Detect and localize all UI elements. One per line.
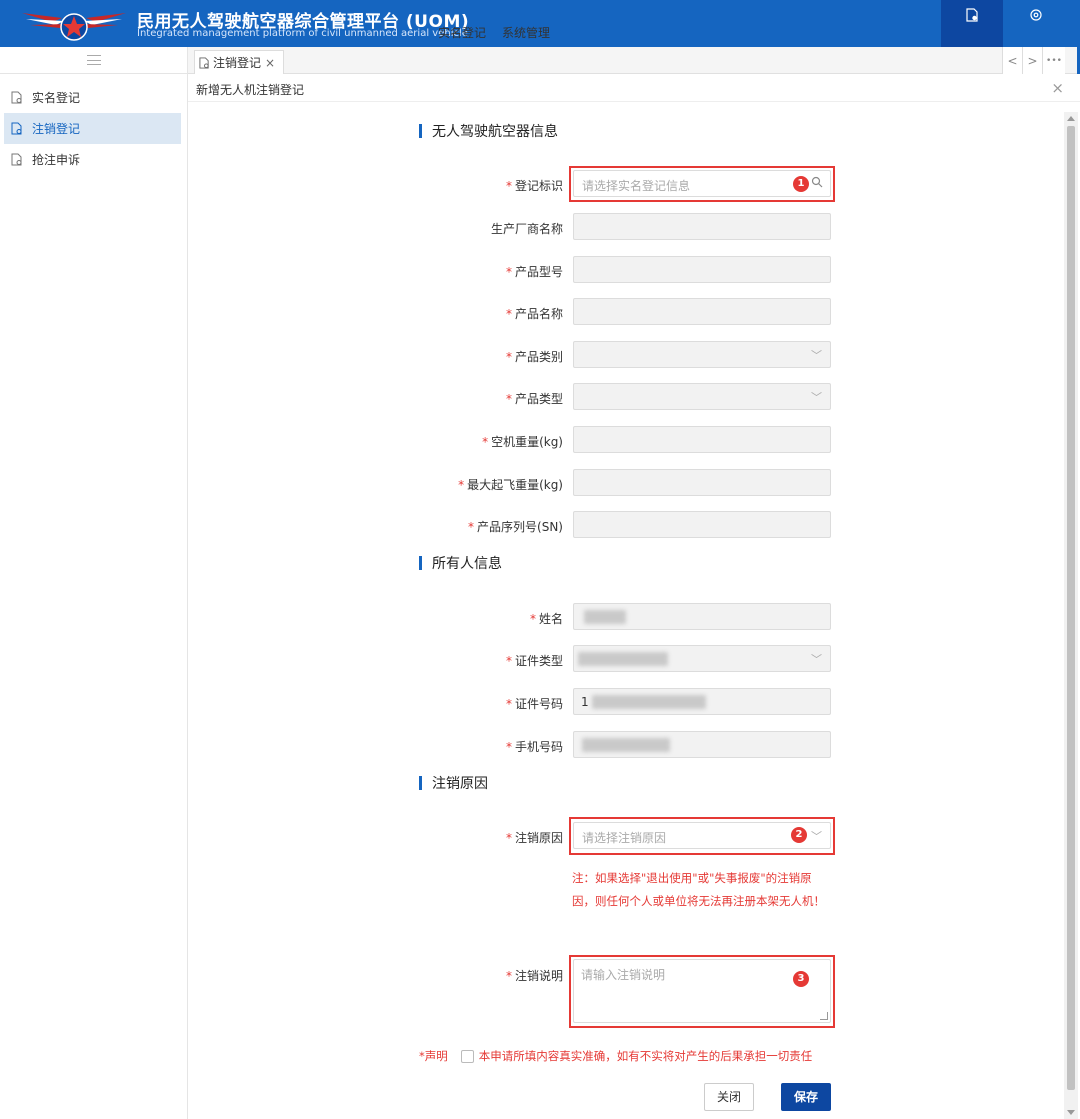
redacted-value: [582, 738, 670, 752]
highlight-box-3: [569, 955, 835, 1028]
empty-weight-field[interactable]: [573, 426, 831, 453]
vertical-scrollbar[interactable]: [1064, 112, 1078, 1119]
chevron-down-icon: ﹀: [811, 653, 822, 666]
nav-label: 实名登记: [437, 26, 486, 40]
section-title: 所有人信息: [432, 556, 502, 572]
type-label: * 产品类型: [505, 392, 563, 406]
cancel-reason-label: * 注销原因: [505, 831, 563, 845]
save-button[interactable]: 保存: [781, 1083, 831, 1111]
model-field[interactable]: [573, 256, 831, 283]
sidebar-item-real-name[interactable]: 实名登记: [4, 82, 181, 113]
document-icon: [966, 8, 978, 22]
cancel-note: 注：如果选择"退出使用"或"失事报废"的注销原因，则任何个人或单位将无法再注册本…: [572, 871, 825, 908]
section-title: 注销原因: [432, 776, 488, 792]
page-title: 新增无人机注销登记: [196, 83, 305, 97]
settings-icon: [1030, 9, 1042, 21]
declaration-text[interactable]: 本申请所填内容真实准确，如有不实将对产生的后果承担一切责任: [479, 1048, 813, 1064]
reg-id-label: * 登记标识: [505, 179, 563, 193]
id-type-select[interactable]: ﹀: [573, 645, 831, 672]
chevron-down-icon: ﹀: [811, 349, 822, 362]
redacted-value: [578, 652, 668, 666]
owner-name-field[interactable]: [573, 603, 831, 630]
tab-prev-button[interactable]: <: [1002, 47, 1022, 74]
sidebar-toggle[interactable]: [0, 47, 187, 74]
document-icon: [11, 91, 22, 104]
empty-weight-label: * 空机重量(kg): [482, 435, 563, 449]
document-icon: [11, 122, 22, 135]
page-header: 新增无人机注销登记 ×: [188, 74, 1080, 102]
tab-next-button[interactable]: >: [1022, 47, 1042, 74]
top-header: 民用无人驾驶航空器综合管理平台 (UOM) Integrated managem…: [0, 0, 1080, 47]
category-label: * 产品类别: [505, 350, 563, 364]
declaration-row: *声明 本申请所填内容真实准确，如有不实将对产生的后果承担一切责任: [419, 1048, 812, 1064]
section-marker: [419, 776, 422, 790]
section-uav-info: 无人驾驶航空器信息: [419, 122, 558, 140]
tab-cancellation[interactable]: 注销登记 ×: [194, 50, 285, 74]
id-type-label: * 证件类型: [505, 654, 563, 668]
id-number-field[interactable]: 1: [573, 688, 831, 715]
sidebar-item-label: 抢注申诉: [32, 153, 81, 167]
tab-label: 注销登记: [213, 56, 262, 70]
chevron-down-icon: ﹀: [811, 391, 822, 404]
phone-field[interactable]: [573, 731, 831, 758]
nav-real-name-registration[interactable]: 实名登记: [438, 0, 1003, 47]
nav-system-management[interactable]: 系统管理: [502, 0, 1067, 47]
sidebar-item-label: 注销登记: [32, 122, 81, 136]
caac-logo: [22, 13, 126, 41]
product-name-label: * 产品名称: [505, 307, 563, 321]
type-select[interactable]: ﹀: [573, 383, 831, 410]
callout-badge-2: 2: [791, 827, 807, 843]
scroll-up-icon[interactable]: [1067, 116, 1075, 121]
menu-icon: [86, 55, 101, 65]
tab-bar: 注销登记 × < > •••: [188, 47, 1080, 74]
declaration-checkbox[interactable]: [460, 1049, 474, 1063]
scroll-down-icon[interactable]: [1067, 1110, 1075, 1115]
scroll-thumb[interactable]: [1067, 126, 1075, 1090]
nav-label: 系统管理: [501, 26, 550, 40]
tab-close-icon[interactable]: ×: [265, 56, 275, 70]
id-number-label: * 证件号码: [505, 697, 563, 711]
phone-label: * 手机号码: [505, 740, 563, 754]
category-select[interactable]: ﹀: [573, 341, 831, 368]
document-icon: [199, 57, 209, 68]
max-takeoff-field[interactable]: [573, 469, 831, 496]
id-number-prefix: 1: [581, 695, 589, 709]
section-title: 无人驾驶航空器信息: [432, 124, 558, 140]
serial-label: * 产品序列号(SN): [468, 520, 563, 534]
product-name-field[interactable]: [573, 298, 831, 325]
close-icon[interactable]: ×: [1051, 79, 1064, 97]
sidebar-menu: 实名登记 注销登记 抢注申诉: [0, 74, 187, 175]
section-cancel-reason: 注销原因: [419, 774, 488, 792]
redacted-value: [584, 610, 626, 624]
sidebar-item-cancellation[interactable]: 注销登记: [4, 113, 181, 144]
app-subtitle: Integrated management platform of civil …: [137, 28, 468, 39]
model-label: * 产品型号: [505, 265, 563, 279]
callout-badge-1: 1: [793, 176, 809, 192]
sidebar: 实名登记 注销登记 抢注申诉: [0, 47, 188, 1119]
sidebar-item-appeal[interactable]: 抢注申诉: [4, 144, 181, 175]
owner-name-label: * 姓名: [529, 612, 563, 626]
close-button[interactable]: 关闭: [704, 1083, 754, 1111]
manufacturer-label: 生产厂商名称: [490, 222, 563, 236]
section-owner-info: 所有人信息: [419, 554, 502, 572]
tab-more-button[interactable]: •••: [1042, 47, 1065, 74]
serial-field[interactable]: [573, 511, 831, 538]
max-takeoff-label: * 最大起飞重量(kg): [458, 478, 563, 492]
document-icon: [11, 153, 22, 166]
cancel-description-label: * 注销说明: [505, 969, 563, 983]
declaration-key: *声明: [419, 1049, 448, 1063]
sidebar-item-label: 实名登记: [32, 91, 81, 105]
section-marker: [419, 124, 422, 138]
section-marker: [419, 556, 422, 570]
manufacturer-field[interactable]: [573, 213, 831, 240]
redacted-value: [592, 695, 706, 709]
callout-badge-3: 3: [793, 971, 809, 987]
